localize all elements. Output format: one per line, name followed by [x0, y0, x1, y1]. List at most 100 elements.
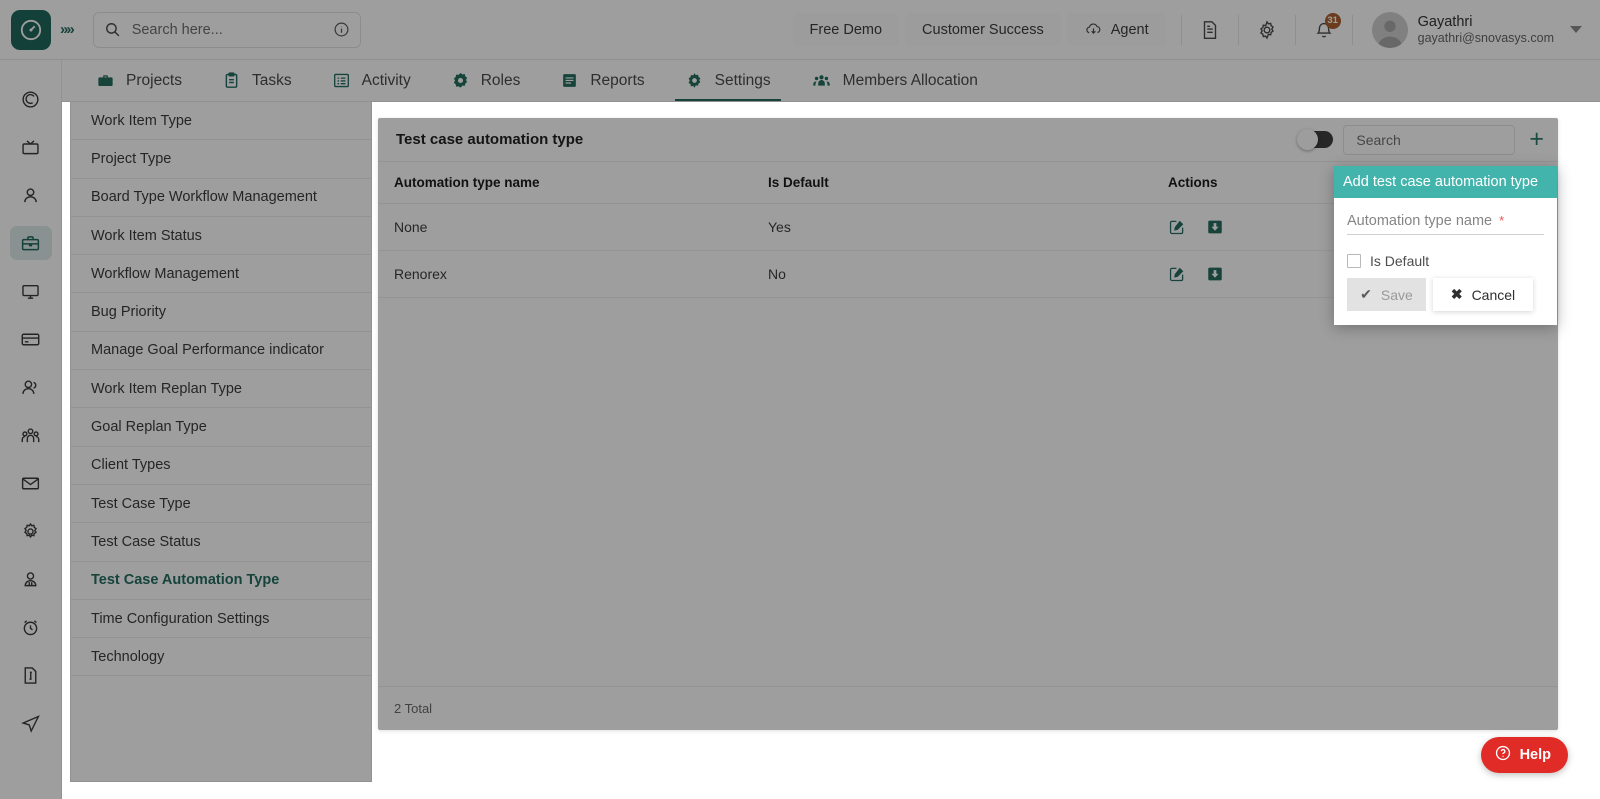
- cancel-button[interactable]: ✖ Cancel: [1433, 278, 1533, 311]
- help-label: Help: [1520, 747, 1551, 763]
- archive-icon[interactable]: [1206, 265, 1224, 283]
- free-demo-label: Free Demo: [810, 22, 883, 38]
- sidebar-item-work-item-replan-type[interactable]: Work Item Replan Type: [71, 370, 371, 408]
- is-default-checkbox-row[interactable]: Is Default: [1347, 253, 1544, 269]
- sidebar-item-technology[interactable]: Technology: [71, 638, 371, 676]
- sidebar-item-test-case-automation-type[interactable]: Test Case Automation Type: [71, 562, 371, 600]
- rail-item-invoice[interactable]: [10, 658, 52, 692]
- tab-reports[interactable]: Reports: [540, 60, 664, 101]
- rail-item-mail[interactable]: [10, 466, 52, 500]
- panel-search[interactable]: [1343, 125, 1515, 155]
- customer-success-button[interactable]: Customer Success: [905, 13, 1061, 46]
- page-title: Test case automation type: [396, 131, 583, 148]
- automation-type-name-field[interactable]: Automation type name *: [1347, 213, 1544, 235]
- user-info[interactable]: Gayathri gayathri@snovasys.com: [1418, 13, 1554, 47]
- tab-label: Roles: [481, 72, 521, 90]
- sidebar-item-workflow-management[interactable]: Workflow Management: [71, 255, 371, 293]
- info-circle-icon[interactable]: [333, 21, 350, 38]
- tab-projects[interactable]: Projects: [76, 60, 202, 101]
- sidebar-item-bug-priority[interactable]: Bug Priority: [71, 293, 371, 331]
- tab-members-allocation[interactable]: Members Allocation: [791, 60, 998, 101]
- rail-item-contact[interactable]: [10, 562, 52, 596]
- chevron-down-icon[interactable]: [1570, 26, 1582, 33]
- panel-search-input[interactable]: [1354, 131, 1504, 149]
- sidebar-item-label: Manage Goal Performance indicator: [91, 342, 324, 358]
- clipboard-icon: [222, 71, 241, 90]
- main-nav-tabs: Projects Tasks: [62, 60, 1600, 102]
- sidebar-item-client-types[interactable]: Client Types: [71, 447, 371, 485]
- tab-activity[interactable]: Activity: [312, 60, 431, 101]
- sidebar-item-work-item-status[interactable]: Work Item Status: [71, 217, 371, 255]
- cloud-download-icon: [1084, 20, 1103, 39]
- cell-name: Renorex: [378, 266, 768, 282]
- settings-sidebar: Work Item Type Project Type Board Type W…: [70, 102, 372, 782]
- is-default-checkbox[interactable]: [1347, 254, 1361, 268]
- edit-icon[interactable]: [1168, 218, 1186, 236]
- divider: [1181, 15, 1182, 45]
- agent-button[interactable]: Agent: [1067, 13, 1166, 46]
- rail-item-card[interactable]: [10, 322, 52, 356]
- rail-item-settings[interactable]: [10, 514, 52, 548]
- user-email: gayathri@snovasys.com: [1418, 31, 1554, 47]
- badge-icon: [451, 71, 470, 90]
- cancel-label: Cancel: [1472, 287, 1516, 303]
- free-demo-button[interactable]: Free Demo: [793, 13, 900, 46]
- is-default-label: Is Default: [1370, 253, 1429, 269]
- left-icon-rail: [0, 60, 62, 799]
- sidebar-item-time-configuration-settings[interactable]: Time Configuration Settings: [71, 600, 371, 638]
- global-search[interactable]: [93, 12, 361, 48]
- tab-label: Activity: [362, 72, 411, 90]
- rail-item-group[interactable]: [10, 418, 52, 452]
- chevrons-right-icon[interactable]: »»: [60, 21, 73, 38]
- rail-item-users[interactable]: [10, 370, 52, 404]
- table-footer: 2 Total: [378, 686, 1558, 730]
- tab-tasks[interactable]: Tasks: [202, 60, 312, 101]
- tab-roles[interactable]: Roles: [431, 60, 541, 101]
- sidebar-item-label: Workflow Management: [91, 266, 239, 282]
- sidebar-item-label: Bug Priority: [91, 304, 166, 320]
- gear-icon: [685, 71, 704, 90]
- bell-icon[interactable]: 31: [1305, 11, 1343, 49]
- avatar[interactable]: [1372, 12, 1408, 48]
- rail-item-user[interactable]: [10, 178, 52, 212]
- plus-icon[interactable]: +: [1529, 127, 1544, 152]
- sidebar-item-label: Technology: [91, 649, 164, 665]
- edit-icon[interactable]: [1168, 265, 1186, 283]
- sidebar-item-label: Test Case Automation Type: [91, 572, 279, 588]
- report-icon: [560, 71, 579, 90]
- rail-item-send[interactable]: [10, 706, 52, 740]
- sidebar-item-manage-goal-performance-indicator[interactable]: Manage Goal Performance indicator: [71, 332, 371, 370]
- notification-badge: 31: [1325, 13, 1341, 29]
- sidebar-item-board-type-workflow-management[interactable]: Board Type Workflow Management: [71, 179, 371, 217]
- rail-item-monitor[interactable]: [10, 274, 52, 308]
- app-logo[interactable]: [11, 10, 51, 50]
- rail-item-tv[interactable]: [10, 130, 52, 164]
- search-toggle[interactable]: [1299, 131, 1333, 148]
- search-icon: [104, 21, 121, 38]
- sidebar-item-test-case-status[interactable]: Test Case Status: [71, 523, 371, 561]
- tab-label: Reports: [590, 72, 644, 90]
- tab-settings[interactable]: Settings: [665, 60, 791, 101]
- archive-icon[interactable]: [1206, 218, 1224, 236]
- divider: [1295, 15, 1296, 45]
- sidebar-item-project-type[interactable]: Project Type: [71, 140, 371, 178]
- gear-icon[interactable]: [1248, 11, 1286, 49]
- search-input[interactable]: [130, 21, 333, 39]
- help-button[interactable]: Help: [1481, 737, 1568, 773]
- sidebar-item-label: Test Case Type: [91, 496, 191, 512]
- sidebar-item-label: Client Types: [91, 457, 171, 473]
- x-icon: ✖: [1451, 286, 1463, 303]
- popup-title: Add test case automation type: [1334, 166, 1557, 198]
- rail-item-briefcase[interactable]: [10, 226, 52, 260]
- sidebar-item-label: Project Type: [91, 151, 171, 167]
- sidebar-item-work-item-type[interactable]: Work Item Type: [71, 102, 371, 140]
- divider: [1238, 15, 1239, 45]
- required-asterisk: *: [1499, 213, 1504, 228]
- tab-label: Tasks: [252, 72, 292, 90]
- rail-item-alarm[interactable]: [10, 610, 52, 644]
- rail-item-target[interactable]: [10, 82, 52, 116]
- save-button[interactable]: ✔ Save: [1347, 278, 1426, 311]
- sidebar-item-goal-replan-type[interactable]: Goal Replan Type: [71, 408, 371, 446]
- document-icon[interactable]: [1191, 11, 1229, 49]
- sidebar-item-test-case-type[interactable]: Test Case Type: [71, 485, 371, 523]
